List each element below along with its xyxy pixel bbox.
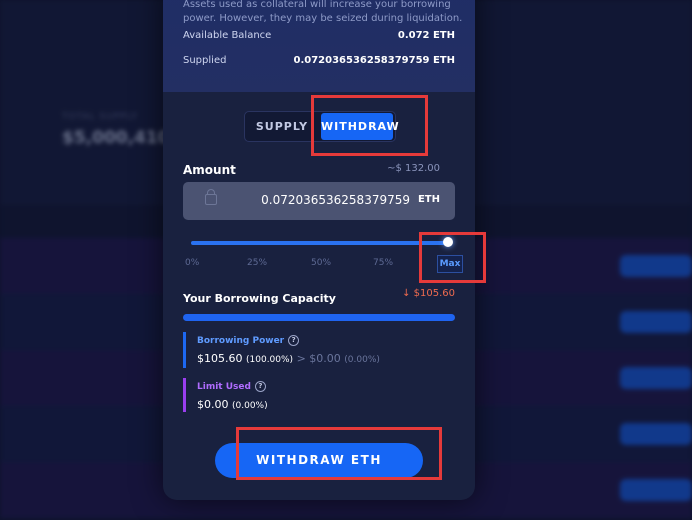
chevron-right-icon: > [296,352,306,365]
borrowing-capacity-title: Your Borrowing Capacity [183,292,336,305]
limit-used-values: $0.00 (0.00%) [197,398,268,411]
amount-input-value: 0.072036536258379759 [261,193,410,207]
highlight-max-slider [419,232,486,283]
borrowing-capacity-change: ↓ $105.60 [402,288,455,299]
modal-summary: Assets used as collateral will increase … [163,0,475,92]
borrowing-power-next: $0.00 [309,352,341,365]
borrowing-power-next-pct: (0.00%) [344,355,380,365]
borrowing-power-current: $105.60 [197,352,243,365]
collateral-note: Assets used as collateral will increase … [183,0,463,24]
tab-supply[interactable]: SUPPLY [245,112,319,141]
lock-icon [205,189,217,205]
borrowing-capacity-bar [183,314,455,321]
borrowing-power-current-pct: (100.00%) [246,355,294,365]
available-balance-value: 0.072 ETH [397,30,455,41]
amount-label: Amount [183,163,236,177]
slider-tick-0[interactable]: 0% [185,258,199,268]
limit-used-value: $0.00 [197,398,229,411]
supplied-row: Supplied 0.072036536258379759 ETH [183,55,455,66]
available-balance-row: Available Balance 0.072 ETH [183,30,455,41]
slider-tick-50[interactable]: 50% [311,258,331,268]
info-icon[interactable]: ? [254,381,266,392]
borrowing-power-label: Borrowing Power [197,336,285,346]
limit-used-pct: (0.00%) [232,401,268,411]
slider-tick-25[interactable]: 25% [247,258,267,268]
amount-usd-value: ~$ 132.00 [387,163,440,174]
borrowing-power-label-row: Borrowing Power? [197,335,300,346]
slider-tick-75[interactable]: 75% [373,258,393,268]
supplied-value: 0.072036536258379759 ETH [293,55,455,66]
amount-slider-track[interactable] [191,241,447,245]
highlight-withdraw-button [236,427,442,480]
amount-unit: ETH [417,194,440,205]
limit-used-label: Limit Used [197,382,251,392]
borrowing-power-section: Borrowing Power? $105.60 (100.00%) > $0.… [183,332,458,368]
available-balance-label: Available Balance [183,30,272,41]
supplied-label: Supplied [183,55,227,66]
limit-used-label-row: Limit Used? [197,381,266,392]
highlight-withdraw-tab [311,95,428,156]
limit-used-section: Limit Used? $0.00 (0.00%) [183,378,458,412]
info-icon[interactable]: ? [288,335,300,346]
amount-input[interactable]: 0.072036536258379759 ETH [183,182,455,220]
borrowing-power-values: $105.60 (100.00%) > $0.00 (0.00%) [197,352,380,365]
